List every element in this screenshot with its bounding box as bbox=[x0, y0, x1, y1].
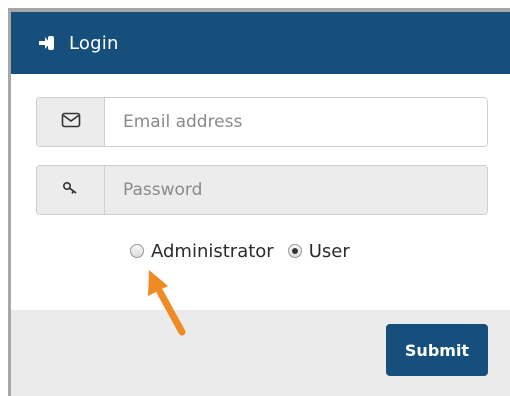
password-addon bbox=[37, 166, 105, 214]
password-field bbox=[36, 165, 488, 215]
panel-header: Login bbox=[11, 12, 510, 74]
envelope-icon bbox=[61, 112, 81, 132]
login-icon bbox=[37, 33, 57, 53]
administrator-label[interactable]: Administrator bbox=[151, 241, 274, 262]
panel-title: Login bbox=[69, 32, 119, 54]
user-label[interactable]: User bbox=[309, 241, 350, 262]
annotation-arrow-icon bbox=[148, 270, 186, 336]
role-radio-group: Administrator User bbox=[130, 238, 364, 264]
password-input[interactable] bbox=[105, 166, 487, 214]
email-input[interactable] bbox=[105, 98, 487, 146]
administrator-radio[interactable] bbox=[130, 244, 144, 258]
submit-button[interactable]: Submit bbox=[386, 324, 488, 376]
email-field bbox=[36, 97, 488, 147]
login-panel: Login Administrat bbox=[0, 0, 510, 396]
email-addon bbox=[37, 98, 105, 146]
key-icon bbox=[62, 180, 80, 200]
user-radio[interactable] bbox=[287, 244, 302, 258]
